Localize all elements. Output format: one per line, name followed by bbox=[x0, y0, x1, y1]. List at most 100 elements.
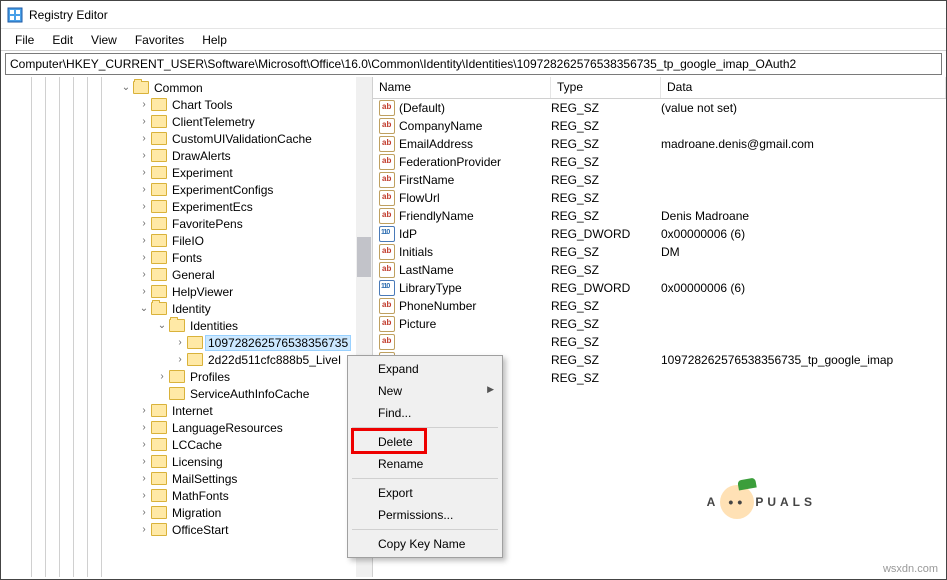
value-data: 109728262576538356735_tp_google_imap bbox=[661, 353, 946, 367]
value-row[interactable]: InitialsREG_SZDM bbox=[373, 243, 946, 261]
expand-icon[interactable]: › bbox=[173, 353, 187, 367]
expand-icon[interactable]: › bbox=[137, 404, 151, 418]
tree-label: FavoritePens bbox=[170, 217, 245, 231]
value-row[interactable]: EmailAddressREG_SZmadroane.denis@gmail.c… bbox=[373, 135, 946, 153]
tree-item[interactable]: ›MailSettings bbox=[1, 470, 372, 487]
tree-item[interactable]: ›DrawAlerts bbox=[1, 147, 372, 164]
expand-icon[interactable]: › bbox=[137, 455, 151, 469]
tree-item[interactable]: ›Profiles bbox=[1, 368, 372, 385]
tree-item[interactable]: ›LCCache bbox=[1, 436, 372, 453]
value-data: madroane.denis@gmail.com bbox=[661, 137, 946, 151]
tree-item-common[interactable]: ⌄Common bbox=[1, 79, 372, 96]
menu-file[interactable]: File bbox=[7, 31, 42, 49]
collapse-icon[interactable]: ⌄ bbox=[155, 319, 169, 333]
tree-item[interactable]: ›CustomUIValidationCache bbox=[1, 130, 372, 147]
expand-icon[interactable]: › bbox=[137, 285, 151, 299]
menu-item-copy-key-name[interactable]: Copy Key Name bbox=[350, 533, 500, 555]
folder-icon bbox=[169, 387, 185, 400]
value-row[interactable]: LastNameREG_SZ bbox=[373, 261, 946, 279]
expand-icon[interactable]: › bbox=[137, 132, 151, 146]
expand-icon[interactable]: › bbox=[137, 166, 151, 180]
expand-icon[interactable]: › bbox=[137, 234, 151, 248]
tree-item[interactable]: ›Migration bbox=[1, 504, 372, 521]
expand-icon[interactable]: › bbox=[137, 506, 151, 520]
menu-item-new[interactable]: New bbox=[350, 380, 500, 402]
value-type: REG_SZ bbox=[551, 101, 661, 115]
collapse-icon[interactable]: ⌄ bbox=[119, 81, 133, 95]
expand-icon[interactable]: › bbox=[137, 98, 151, 112]
tree-item[interactable]: ›Licensing bbox=[1, 453, 372, 470]
address-bar[interactable]: Computer\HKEY_CURRENT_USER\Software\Micr… bbox=[5, 53, 942, 75]
value-row[interactable]: CompanyNameREG_SZ bbox=[373, 117, 946, 135]
menu-item-permissions[interactable]: Permissions... bbox=[350, 504, 500, 526]
expand-icon[interactable]: › bbox=[137, 149, 151, 163]
tree-item[interactable]: ›Chart Tools bbox=[1, 96, 372, 113]
tree-item[interactable]: ›Experiment bbox=[1, 164, 372, 181]
value-row[interactable]: FriendlyNameREG_SZDenis Madroane bbox=[373, 207, 946, 225]
menu-item-rename[interactable]: Rename bbox=[350, 453, 500, 475]
tree-item[interactable]: ›LanguageResources bbox=[1, 419, 372, 436]
expand-icon[interactable]: › bbox=[137, 472, 151, 486]
expand-icon[interactable]: › bbox=[137, 200, 151, 214]
expand-icon[interactable]: › bbox=[155, 370, 169, 384]
menu-item-delete[interactable]: Delete bbox=[350, 431, 500, 453]
expand-icon[interactable]: › bbox=[137, 489, 151, 503]
tree-item[interactable]: ›General bbox=[1, 266, 372, 283]
tree-item[interactable]: ›Internet bbox=[1, 402, 372, 419]
menu-help[interactable]: Help bbox=[194, 31, 235, 49]
tree-label: Identities bbox=[188, 319, 240, 333]
tree-item[interactable]: ›ClientTelemetry bbox=[1, 113, 372, 130]
value-name: CompanyName bbox=[399, 119, 551, 133]
tree-item[interactable]: ›OfficeStart bbox=[1, 521, 372, 538]
tree-item[interactable]: ›109728262576538356735 bbox=[1, 334, 372, 351]
value-row[interactable]: LibraryTypeREG_DWORD0x00000006 (6) bbox=[373, 279, 946, 297]
value-row[interactable]: FederationProviderREG_SZ bbox=[373, 153, 946, 171]
tree-item[interactable]: › FavoritePens bbox=[1, 215, 372, 232]
tree-scrollbar-thumb[interactable] bbox=[357, 237, 371, 277]
menu-favorites[interactable]: Favorites bbox=[127, 31, 192, 49]
tree-label: ExperimentEcs bbox=[170, 200, 255, 214]
tree-item[interactable]: ›HelpViewer bbox=[1, 283, 372, 300]
expand-icon[interactable]: › bbox=[137, 217, 151, 231]
window-title: Registry Editor bbox=[29, 8, 108, 22]
value-row[interactable]: REG_SZ bbox=[373, 333, 946, 351]
tree-item[interactable]: ›Fonts bbox=[1, 249, 372, 266]
tree-item[interactable]: ⌄ Identities bbox=[1, 317, 372, 334]
expand-icon[interactable]: › bbox=[137, 523, 151, 537]
menu-separator bbox=[352, 427, 498, 428]
value-row[interactable]: PhoneNumberREG_SZ bbox=[373, 297, 946, 315]
value-row[interactable]: FirstNameREG_SZ bbox=[373, 171, 946, 189]
menu-view[interactable]: View bbox=[83, 31, 125, 49]
tree-item[interactable]: ›FileIO bbox=[1, 232, 372, 249]
folder-icon bbox=[151, 217, 167, 230]
expand-icon[interactable]: › bbox=[137, 421, 151, 435]
tree-item[interactable]: ›2d22d511cfc888b5_LiveI bbox=[1, 351, 372, 368]
menu-item-export[interactable]: Export bbox=[350, 482, 500, 504]
column-data[interactable]: Data bbox=[661, 77, 946, 98]
expand-icon[interactable]: › bbox=[137, 251, 151, 265]
column-type[interactable]: Type bbox=[551, 77, 661, 98]
value-row[interactable]: PictureREG_SZ bbox=[373, 315, 946, 333]
column-name[interactable]: Name bbox=[373, 77, 551, 98]
collapse-icon[interactable]: ⌄ bbox=[137, 302, 151, 316]
expand-icon[interactable]: › bbox=[137, 183, 151, 197]
expand-icon[interactable]: › bbox=[137, 268, 151, 282]
folder-icon bbox=[151, 98, 167, 111]
tree-item[interactable]: › ExperimentEcs bbox=[1, 198, 372, 215]
tree-item[interactable]: ⌄Identity bbox=[1, 300, 372, 317]
tree-item[interactable]: ›ExperimentConfigs bbox=[1, 181, 372, 198]
tree-item[interactable]: ServiceAuthInfoCache bbox=[1, 385, 372, 402]
value-row[interactable]: (Default)REG_SZ(value not set) bbox=[373, 99, 946, 117]
string-icon bbox=[379, 298, 395, 314]
expand-icon[interactable]: › bbox=[137, 115, 151, 129]
expand-icon[interactable]: › bbox=[137, 438, 151, 452]
tree-item[interactable]: ›MathFonts bbox=[1, 487, 372, 504]
value-row[interactable]: FlowUrlREG_SZ bbox=[373, 189, 946, 207]
spacer bbox=[155, 387, 169, 401]
menu-item-find[interactable]: Find... bbox=[350, 402, 500, 424]
folder-icon bbox=[151, 455, 167, 468]
menu-edit[interactable]: Edit bbox=[44, 31, 81, 49]
value-row[interactable]: IdPREG_DWORD0x00000006 (6) bbox=[373, 225, 946, 243]
menu-item-expand[interactable]: Expand bbox=[350, 358, 500, 380]
expand-icon[interactable]: › bbox=[173, 336, 187, 350]
